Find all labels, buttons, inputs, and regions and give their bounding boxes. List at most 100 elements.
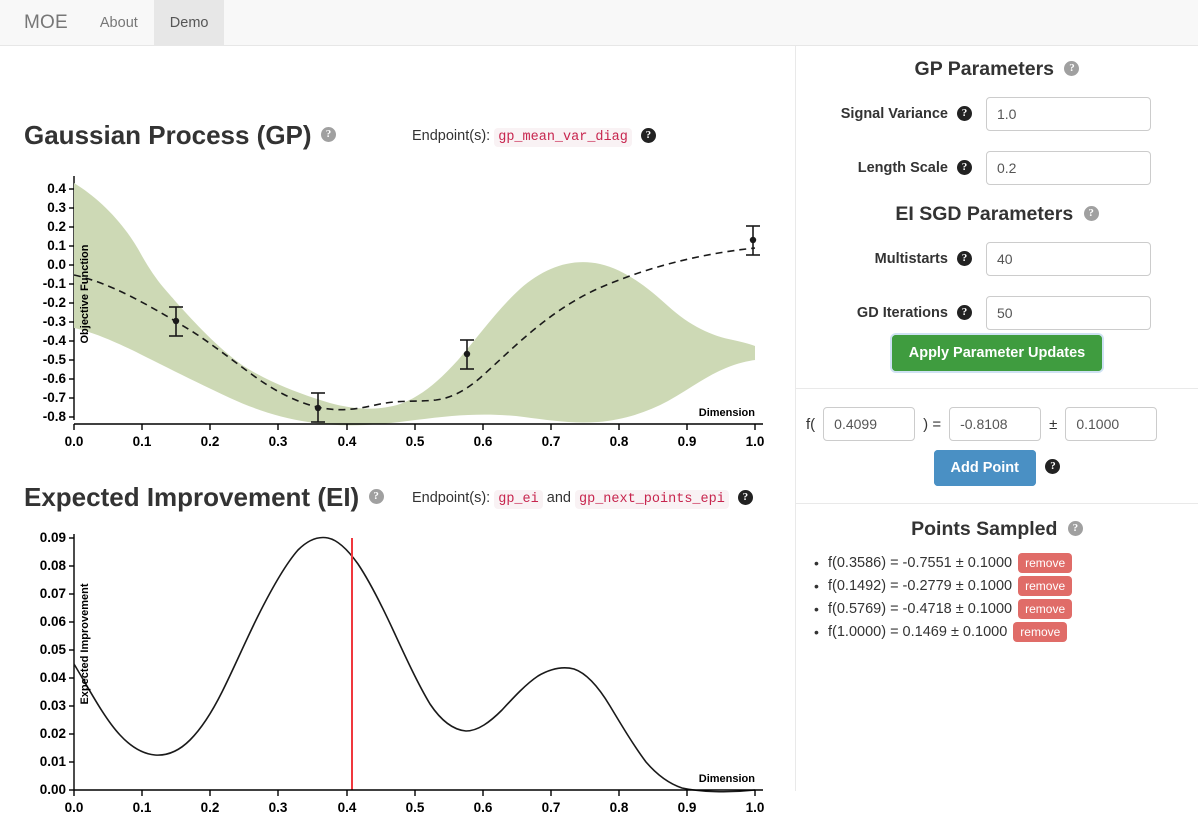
- signal-variance-label-wrap: Signal Variance ?: [796, 105, 986, 122]
- svg-text:0.7: 0.7: [542, 800, 561, 814]
- ei-y-axis-label: Expected Improvement: [79, 583, 91, 704]
- svg-text:0.1: 0.1: [133, 800, 152, 814]
- svg-text:0.01: 0.01: [40, 754, 67, 769]
- ei-y-ticks: 0.09 0.08 0.07 0.06 0.05 0.04 0.03 0.02 …: [40, 530, 67, 797]
- field-row-multistarts: Multistarts ? 40: [796, 242, 1198, 276]
- points-sampled-help-icon[interactable]: ?: [1067, 521, 1083, 537]
- list-item: f(0.3586) = -0.7551 ± 0.1000 remove: [814, 553, 1198, 573]
- list-item: f(1.0000) = 0.1469 ± 0.1000 remove: [814, 622, 1198, 642]
- svg-text:0.1: 0.1: [47, 238, 66, 253]
- field-row-gd-iterations: GD Iterations ? 50: [796, 296, 1198, 330]
- length-scale-help-icon[interactable]: ?: [957, 159, 972, 175]
- svg-text:0.03: 0.03: [40, 698, 67, 713]
- svg-text:-0.5: -0.5: [43, 352, 67, 367]
- add-point-button[interactable]: Add Point: [933, 450, 1036, 486]
- multistarts-label-wrap: Multistarts ?: [796, 250, 986, 267]
- field-row-length-scale: Length Scale ? 0.2: [796, 151, 1198, 185]
- svg-text:0.06: 0.06: [40, 614, 67, 629]
- svg-text:-0.2: -0.2: [43, 295, 66, 310]
- svg-text:0.9: 0.9: [678, 800, 697, 814]
- svg-text:0.3: 0.3: [269, 800, 288, 814]
- svg-text:0.2: 0.2: [201, 434, 220, 449]
- svg-text:0.8: 0.8: [610, 800, 629, 814]
- remove-point-button[interactable]: remove: [1018, 576, 1073, 596]
- add-point-x-input[interactable]: 0.4099: [823, 407, 916, 441]
- apply-button-row: Apply Parameter Updates: [796, 335, 1198, 371]
- svg-text:1.0: 1.0: [746, 800, 765, 814]
- svg-text:0.9: 0.9: [678, 434, 697, 449]
- remove-point-button[interactable]: remove: [1018, 599, 1073, 619]
- add-point-error-input[interactable]: 0.1000: [1065, 407, 1158, 441]
- svg-text:0.02: 0.02: [40, 726, 66, 741]
- list-item: f(0.5769) = -0.4718 ± 0.1000 remove: [814, 599, 1198, 619]
- endpoint-gp-next-points-epi[interactable]: gp_next_points_epi: [575, 490, 729, 509]
- gp-help-icon[interactable]: ?: [321, 127, 337, 142]
- remove-point-button[interactable]: remove: [1018, 553, 1073, 573]
- svg-text:0.1: 0.1: [133, 434, 152, 449]
- add-point-row: f( 0.4099 ) = -0.8108 ± 0.1000: [796, 407, 1198, 441]
- multistarts-label: Multistarts: [874, 251, 948, 267]
- ei-endpoint-help-icon[interactable]: ?: [737, 489, 753, 505]
- endpoint-gp-ei[interactable]: gp_ei: [494, 490, 543, 509]
- ei-sgd-parameters-help-icon[interactable]: ?: [1083, 206, 1099, 222]
- gd-iterations-help-icon[interactable]: ?: [957, 304, 972, 320]
- gp-confidence-band: [74, 183, 755, 426]
- signal-variance-input[interactable]: 1.0: [986, 97, 1151, 131]
- length-scale-input[interactable]: 0.2: [986, 151, 1151, 185]
- ei-help-icon[interactable]: ?: [368, 489, 384, 504]
- gp-y-axis-label: Objective Function: [79, 244, 91, 343]
- multistarts-input[interactable]: 40: [986, 242, 1151, 276]
- svg-text:0.3: 0.3: [47, 200, 66, 215]
- gd-iterations-input[interactable]: 50: [986, 296, 1151, 330]
- points-sampled-title-row: Points Sampled ?: [796, 518, 1198, 541]
- navbar: MOE About Demo: [0, 0, 1198, 46]
- svg-text:0.07: 0.07: [40, 586, 66, 601]
- svg-text:0.09: 0.09: [40, 530, 66, 545]
- add-point-y-input[interactable]: -0.8108: [949, 407, 1042, 441]
- svg-text:-0.4: -0.4: [43, 333, 67, 348]
- multistarts-help-icon[interactable]: ?: [957, 250, 972, 266]
- page-content: Gaussian Process (GP) ? Endpoint(s): gp_…: [0, 46, 1198, 814]
- endpoint-gp-mean-var-diag[interactable]: gp_mean_var_diag: [494, 128, 632, 147]
- brand-logo[interactable]: MOE: [18, 0, 84, 45]
- gp-y-axis: [69, 176, 75, 420]
- nav-tab-demo[interactable]: Demo: [153, 0, 225, 45]
- svg-text:1.0: 1.0: [746, 434, 765, 449]
- nav-tab-about[interactable]: About: [84, 0, 154, 45]
- svg-text:0.04: 0.04: [40, 670, 67, 685]
- svg-text:-0.1: -0.1: [43, 276, 67, 291]
- gp-point-marker: [746, 225, 760, 256]
- ei-endpoints-label: Endpoint(s):: [412, 490, 491, 506]
- svg-text:0.08: 0.08: [40, 558, 67, 573]
- charts-column: Gaussian Process (GP) ? Endpoint(s): gp_…: [0, 46, 795, 814]
- apply-parameter-updates-button[interactable]: Apply Parameter Updates: [891, 335, 1103, 371]
- svg-text:-0.6: -0.6: [43, 371, 67, 386]
- svg-text:0.4: 0.4: [47, 181, 66, 196]
- gd-iterations-label-wrap: GD Iterations ?: [796, 304, 986, 321]
- point-text: f(0.1492) = -0.2779 ± 0.1000: [828, 578, 1013, 594]
- ei-y-axis: [69, 534, 75, 791]
- point-text: f(0.3586) = -0.7551 ± 0.1000: [828, 555, 1013, 571]
- add-point-close-eq: ) =: [923, 415, 942, 433]
- svg-text:0.0: 0.0: [65, 800, 84, 814]
- svg-text:0.4: 0.4: [338, 800, 357, 814]
- add-point-f-open: f(: [806, 415, 816, 433]
- ei-curve: [73, 536, 756, 793]
- gp-parameters-help-icon[interactable]: ?: [1064, 61, 1080, 77]
- svg-text:-0.3: -0.3: [43, 314, 67, 329]
- svg-text:-0.8: -0.8: [43, 409, 67, 424]
- add-point-plus-minus: ±: [1049, 415, 1058, 433]
- gp-chart: 0.4 0.3 0.2 0.1 0.0 -0.1 -0.2 -0.3 -0.4 …: [0, 164, 795, 454]
- gp-chart-svg: 0.4 0.3 0.2 0.1 0.0 -0.1 -0.2 -0.3 -0.4 …: [43, 176, 765, 449]
- signal-variance-help-icon[interactable]: ?: [957, 105, 972, 121]
- ei-sgd-parameters-title-row: EI SGD Parameters ?: [796, 203, 1198, 226]
- gd-iterations-label: GD Iterations: [856, 305, 948, 321]
- add-point-help-icon[interactable]: ?: [1045, 459, 1061, 475]
- ei-x-axis-label: Dimension: [699, 773, 756, 785]
- svg-text:-0.7: -0.7: [43, 390, 66, 405]
- panel-divider-1: [796, 388, 1198, 389]
- remove-point-button[interactable]: remove: [1013, 622, 1068, 642]
- gp-endpoint-help-icon[interactable]: ?: [640, 127, 656, 143]
- gp-endpoints-label: Endpoint(s):: [412, 128, 491, 144]
- svg-text:0.05: 0.05: [40, 642, 67, 657]
